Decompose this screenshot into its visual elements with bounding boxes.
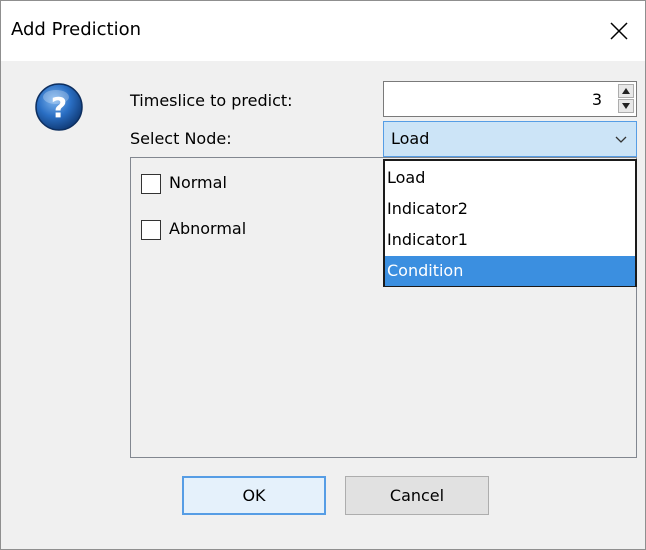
node-dropdown-list: Load Indicator2 Indicator1 Condition bbox=[383, 159, 637, 287]
question-mark-icon: ? bbox=[34, 82, 84, 132]
node-select-value: Load bbox=[391, 129, 430, 148]
chevron-down-icon bbox=[615, 136, 627, 143]
timeslice-input[interactable] bbox=[388, 88, 602, 110]
arrow-up-icon bbox=[622, 88, 630, 94]
spin-buttons bbox=[618, 84, 634, 114]
add-prediction-dialog: Add Prediction ? Timeslice to predict: 3… bbox=[0, 0, 646, 550]
svg-text:?: ? bbox=[51, 91, 67, 124]
dropdown-option[interactable]: Indicator1 bbox=[385, 225, 635, 255]
window-title: Add Prediction bbox=[11, 19, 141, 40]
spin-up-button[interactable] bbox=[618, 84, 634, 98]
state-label: Normal bbox=[169, 173, 227, 192]
dropdown-option[interactable]: Load bbox=[385, 163, 635, 193]
close-button[interactable] bbox=[601, 15, 637, 47]
dropdown-option-highlighted[interactable]: Condition bbox=[385, 256, 635, 286]
node-select[interactable]: Load bbox=[383, 121, 637, 157]
ok-button[interactable]: OK bbox=[182, 476, 326, 515]
state-label: Abnormal bbox=[169, 219, 247, 238]
close-icon bbox=[610, 22, 628, 40]
dropdown-option[interactable]: Indicator2 bbox=[385, 194, 635, 224]
spin-down-button[interactable] bbox=[618, 99, 634, 113]
state-checkbox[interactable] bbox=[141, 174, 161, 194]
timeslice-stepper[interactable] bbox=[383, 81, 637, 117]
cancel-button[interactable]: Cancel bbox=[345, 476, 489, 515]
arrow-down-icon bbox=[622, 103, 630, 109]
timeslice-label: Timeslice to predict: bbox=[130, 91, 293, 110]
select-node-label: Select Node: bbox=[130, 129, 232, 148]
state-checkbox[interactable] bbox=[141, 220, 161, 240]
title-bar: Add Prediction bbox=[1, 1, 645, 61]
